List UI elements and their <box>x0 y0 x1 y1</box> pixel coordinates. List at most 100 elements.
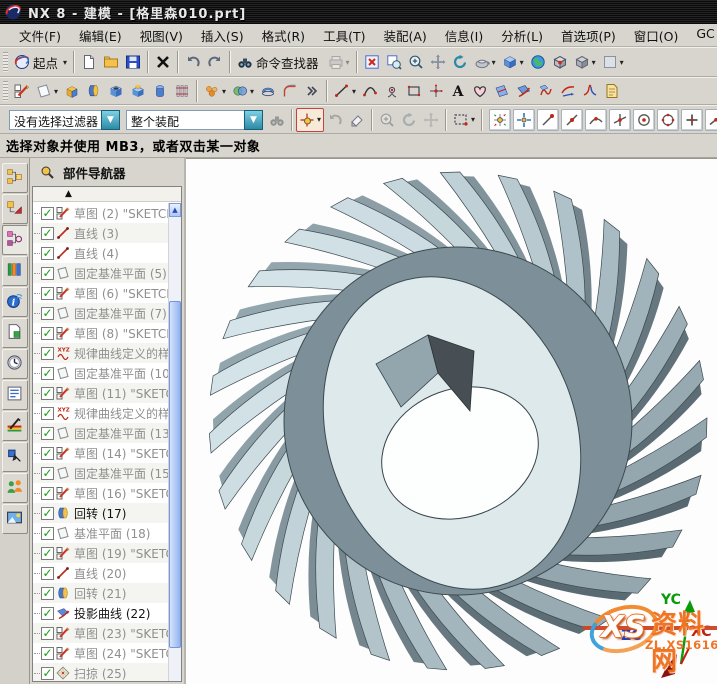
tree-row[interactable]: ✓草图 (24) "SKETCH <box>33 643 168 663</box>
menu-analysis[interactable]: 分析(L) <box>492 24 552 47</box>
pan-tool-button[interactable] <box>420 108 442 132</box>
project-curve-button[interactable] <box>557 79 579 103</box>
fit-view-button[interactable] <box>361 50 383 74</box>
render-style-button[interactable]: ▾ <box>471 50 499 74</box>
menu-insert[interactable]: 插入(S) <box>192 24 253 47</box>
extrude-button[interactable] <box>61 79 83 103</box>
feature-checkbox[interactable]: ✓ <box>41 507 54 520</box>
orient-view-button[interactable] <box>549 50 571 74</box>
menu-format[interactable]: 格式(R) <box>253 24 314 47</box>
snap-point-on-curve-button[interactable] <box>705 109 717 131</box>
point-button[interactable] <box>381 79 403 103</box>
tree-row[interactable]: ✓固定基准平面 (10) <box>33 363 168 383</box>
graphics-viewport[interactable]: YC XC ZC XS 资料网 ZL.XS1616.COM <box>186 158 717 684</box>
feature-checkbox[interactable]: ✓ <box>41 327 54 340</box>
snap-tangent-button[interactable] <box>585 109 607 131</box>
feature-checkbox[interactable]: ✓ <box>41 207 54 220</box>
text-button[interactable]: A <box>447 79 469 103</box>
deselect-all-button[interactable] <box>346 108 368 132</box>
menu-edit[interactable]: 编辑(E) <box>70 24 131 47</box>
zoom-tool-button[interactable] <box>376 108 398 132</box>
boss-button[interactable] <box>127 79 149 103</box>
new-file-button[interactable] <box>78 50 100 74</box>
type-filter-value[interactable]: 没有选择过滤器 <box>9 110 101 130</box>
command-finder-button[interactable]: 命令查找器 <box>234 50 325 74</box>
intersection-curve-button[interactable] <box>513 79 535 103</box>
feature-checkbox[interactable]: ✓ <box>41 407 54 420</box>
arc-button[interactable] <box>359 79 381 103</box>
reuse-page-button[interactable] <box>601 79 623 103</box>
chevron-down-icon[interactable]: ▼ <box>244 110 263 130</box>
shaded-view-button[interactable]: ▾ <box>499 50 527 74</box>
combined-projection-button[interactable] <box>579 79 601 103</box>
tree-row[interactable]: ✓草图 (14) "SKETCH <box>33 443 168 463</box>
redo-button[interactable] <box>204 50 226 74</box>
tree-row[interactable]: ✓固定基准平面 (15) <box>33 463 168 483</box>
feature-checkbox[interactable]: ✓ <box>41 547 54 560</box>
dropdown-caret-icon[interactable]: ▾ <box>317 115 321 124</box>
resource-tab-assembly-navigator[interactable] <box>2 163 28 193</box>
snap-midpoint-button[interactable] <box>561 109 583 131</box>
wireframe-button[interactable]: ▾ <box>571 50 599 74</box>
feature-checkbox[interactable]: ✓ <box>41 387 54 400</box>
chevron-down-icon[interactable]: ▼ <box>101 110 120 130</box>
tree-row[interactable]: ✓直线 (20) <box>33 563 168 583</box>
resource-tab-manufacturing-wizards[interactable] <box>2 442 28 472</box>
resource-tab-reuse-library[interactable] <box>2 256 28 286</box>
undo-button[interactable] <box>182 50 204 74</box>
feature-checkbox[interactable]: ✓ <box>41 427 54 440</box>
snap-existing-point-button[interactable] <box>681 109 703 131</box>
marquee-select-button[interactable]: ▾ <box>450 108 478 132</box>
tree-row[interactable]: ✓草图 (6) "SKETCH_ <box>33 283 168 303</box>
tree-row[interactable]: ✓固定基准平面 (13) <box>33 423 168 443</box>
menu-gc-toolkits[interactable]: GC Toolkits <box>687 24 717 47</box>
resource-tab-hd3d-tools[interactable] <box>2 318 28 348</box>
menu-view[interactable]: 视图(V) <box>131 24 192 47</box>
toolbar-grip[interactable] <box>3 81 8 101</box>
feature-checkbox[interactable]: ✓ <box>41 607 54 620</box>
general-selection-button[interactable] <box>266 108 288 132</box>
undo-selection-button[interactable] <box>324 108 346 132</box>
tree-row[interactable]: ✓固定基准平面 (5) <box>33 263 168 283</box>
feature-checkbox[interactable]: ✓ <box>41 587 54 600</box>
dropdown-caret-icon[interactable]: ▾ <box>620 58 624 67</box>
menu-information[interactable]: 信息(I) <box>436 24 492 47</box>
tree-row[interactable]: ✓草图 (23) "SKETCH <box>33 623 168 643</box>
tree-row[interactable]: ✓草图 (16) "SKETCH <box>33 483 168 503</box>
resource-tab-constraint-navigator[interactable] <box>2 194 28 224</box>
feature-checkbox[interactable]: ✓ <box>41 527 54 540</box>
menu-file[interactable]: 文件(F) <box>10 24 70 47</box>
scrollbar-thumb[interactable] <box>169 301 181 648</box>
more-commands-button[interactable] <box>301 79 323 103</box>
snap-quadrant-button[interactable] <box>657 109 679 131</box>
dropdown-caret-icon[interactable]: ▾ <box>520 58 524 67</box>
tree-row[interactable]: ✓回转 (21) <box>33 583 168 603</box>
view-window-button[interactable]: ▾ <box>599 50 627 74</box>
feature-checkbox[interactable]: ✓ <box>41 487 54 500</box>
datum-plane-button[interactable]: ▾ <box>33 79 61 103</box>
zoom-box-button[interactable] <box>383 50 405 74</box>
feature-checkbox[interactable]: ✓ <box>41 267 54 280</box>
tree-row[interactable]: ✓草图 (19) "SKETCH <box>33 543 168 563</box>
menu-assemblies[interactable]: 装配(A) <box>374 24 435 47</box>
section-curve-button[interactable] <box>535 79 557 103</box>
menu-window[interactable]: 窗口(O) <box>625 24 688 47</box>
snap-intersection-button[interactable] <box>609 109 631 131</box>
dropdown-caret-icon[interactable]: ▾ <box>492 58 496 67</box>
snap-handles-button[interactable] <box>513 109 535 131</box>
snap-point-toggle-button[interactable]: ▾ <box>296 108 324 132</box>
tree-row[interactable]: ✓XYZ规律曲线定义的样条 <box>33 343 168 363</box>
zoom-button[interactable] <box>405 50 427 74</box>
point-set-button[interactable] <box>425 79 447 103</box>
snap-endpoint-button[interactable] <box>537 109 559 131</box>
resource-tab-system-scenes[interactable] <box>2 504 28 534</box>
unite-button[interactable]: ▾ <box>229 79 257 103</box>
shell-button[interactable] <box>257 79 279 103</box>
feature-checkbox[interactable]: ✓ <box>41 567 54 580</box>
feature-checkbox[interactable]: ✓ <box>41 367 54 380</box>
hole-button[interactable] <box>105 79 127 103</box>
snap-center-button[interactable] <box>633 109 655 131</box>
tree-scrollbar[interactable]: ▲ <box>168 203 181 681</box>
resource-tab-history[interactable] <box>2 349 28 379</box>
tree-row[interactable]: ✓扫掠 (25) <box>33 663 168 681</box>
